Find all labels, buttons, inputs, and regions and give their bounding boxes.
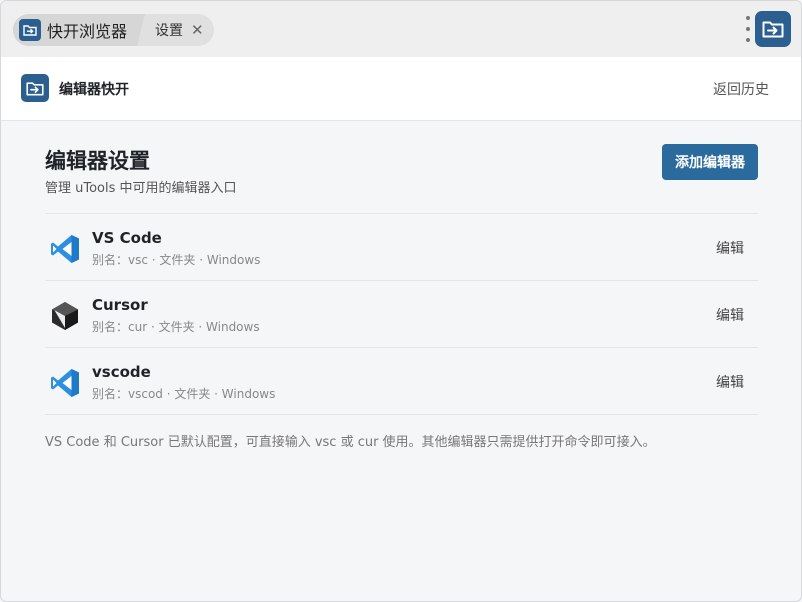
tab-strip: 快开浏览器 设置 ✕ <box>13 14 214 46</box>
header-title: 编辑器快开 <box>59 82 129 98</box>
editor-row-vscode-alt: vscode 别名：vscod · 文件夹 · Windows 编辑 <box>45 348 758 415</box>
editor-name: VS Code <box>92 229 162 247</box>
editor-row-vscode: VS Code 别名：vsc · 文件夹 · Windows 编辑 <box>45 214 758 281</box>
cursor-icon <box>47 298 83 334</box>
footnote-text: VS Code 和 Cursor 已默认配置，可直接输入 vsc 或 cur 使… <box>45 435 656 450</box>
editor-launcher-logo-icon <box>21 74 49 102</box>
app-window: 快开浏览器 设置 ✕ 编辑器快开 返回历史 编辑器设置 管理 uTools 中可… <box>0 0 802 602</box>
add-editor-button[interactable]: 添加编辑器 <box>662 144 758 180</box>
folder-arrow-icon <box>19 19 41 41</box>
vscode-icon <box>47 365 83 401</box>
editor-row-cursor: Cursor 别名：cur · 文件夹 · Windows 编辑 <box>45 281 758 348</box>
tab-app-label: 快开浏览器 <box>47 22 128 41</box>
edit-button[interactable]: 编辑 <box>716 372 744 392</box>
close-icon[interactable]: ✕ <box>191 22 204 38</box>
app-logo-icon[interactable] <box>755 11 791 47</box>
editor-meta: 别名：vscod · 文件夹 · Windows <box>92 387 276 401</box>
page-title: 编辑器设置 <box>45 149 150 173</box>
tab-settings-label: 设置 <box>155 23 184 39</box>
more-menu-icon[interactable] <box>743 16 753 42</box>
editor-name: Cursor <box>92 296 148 314</box>
edit-button[interactable]: 编辑 <box>716 305 744 325</box>
editor-list: VS Code 别名：vsc · 文件夹 · Windows 编辑 Cursor… <box>45 213 758 415</box>
editor-name: vscode <box>92 363 151 381</box>
page-header: 编辑器快开 返回历史 <box>1 57 801 121</box>
tab-settings[interactable]: 设置 ✕ <box>137 14 204 46</box>
editor-meta: 别名：vsc · 文件夹 · Windows <box>92 253 261 267</box>
editor-meta: 别名：cur · 文件夹 · Windows <box>92 320 260 334</box>
edit-button[interactable]: 编辑 <box>716 238 744 258</box>
back-to-history-link[interactable]: 返回历史 <box>713 79 769 99</box>
tab-app[interactable]: 快开浏览器 <box>13 14 146 46</box>
page-description: 管理 uTools 中可用的编辑器入口 <box>45 181 237 196</box>
top-bar: 快开浏览器 设置 ✕ <box>1 1 801 57</box>
vscode-icon <box>47 231 83 267</box>
